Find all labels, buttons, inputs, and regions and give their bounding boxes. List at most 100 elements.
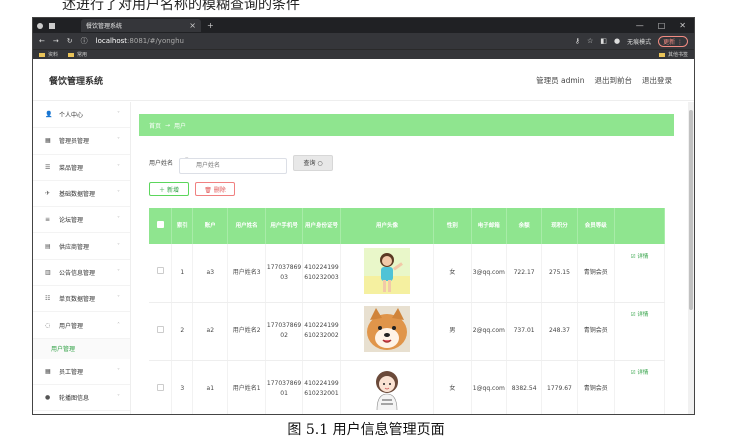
detail-button[interactable]: ☑ 详情 [631, 370, 649, 376]
maximize-icon[interactable]: □ [658, 21, 666, 30]
vertical-scrollbar[interactable] [688, 102, 694, 414]
detail-button[interactable]: ☑ 详情 [631, 312, 649, 318]
new-tab-icon[interactable]: + [207, 21, 214, 30]
row-checkbox[interactable] [156, 383, 164, 391]
sidebar-item-notice[interactable]: ▥ 公告信息管理 ˅ [33, 260, 130, 287]
update-button[interactable]: 更新 ⋮ [658, 35, 688, 47]
bookmark-other[interactable]: 其他书签 [658, 51, 688, 58]
browser-menu-icon[interactable] [37, 22, 43, 29]
forum-icon: ≡ [45, 216, 51, 224]
window-controls: — □ ✕ [636, 21, 694, 30]
cell-level: 青铜会员 [577, 302, 616, 361]
sidebar-item-staff[interactable]: ▦ 员工管理 ˅ [33, 359, 130, 385]
forward-icon[interactable]: → [53, 37, 59, 45]
sidebar-item-label: 个人中心 [59, 112, 84, 120]
url-field[interactable]: localhost:8081/#/yonghu [96, 37, 184, 45]
chevron-down-icon: ˅ [117, 111, 120, 119]
bookmarks-bar: 资料 常用 其他书签 [33, 49, 694, 59]
cell-points: 248.37 [541, 302, 578, 361]
column-header: 会员等级 [577, 208, 616, 244]
sidebar-item-user[interactable]: ◌ 用户管理 ˄ [33, 312, 130, 339]
sidebar-item-page[interactable]: ☷ 单页数据管理 ˅ [33, 286, 130, 313]
tab-search-icon[interactable] [49, 22, 55, 29]
sidebar-item-carousel[interactable]: ● 轮播图信息 ˅ [33, 385, 130, 412]
sidepanel-icon[interactable]: ◧ [600, 37, 607, 45]
breadcrumb: 首页 → 用户 [139, 114, 674, 136]
cell-email: 1@qq.com [471, 360, 507, 414]
user-table-wrap: 索引 账户 用户姓名 用户手机号 用户身份证号 用户头像 性别 电子邮箱 余额 现积分 会员等级 1… [149, 208, 665, 414]
row-select-cell [149, 244, 173, 303]
chevron-down-icon: ˅ [117, 216, 120, 224]
sidebar-item-person[interactable]: 👤 个人中心 ˅ [33, 102, 130, 129]
table-body: 1 a3 用户姓名3 17703786903 410224199610232003 女 3@… [149, 244, 665, 414]
star-icon[interactable]: ☆ [587, 37, 593, 45]
table-row[interactable]: 2 a2 用户姓名2 17703786902 410224199610232002 男 2@… [149, 302, 665, 361]
column-header: 现积分 [541, 208, 578, 244]
column-header: 电子邮箱 [471, 208, 507, 244]
cell-idcard: 410224199610232002 [302, 302, 341, 361]
figure-caption: 图 5.1 用户信息管理页面 [287, 422, 445, 438]
chevron-down-icon: ˅ [117, 242, 120, 250]
breadcrumb-current: 用户 [174, 122, 187, 130]
vertical-scroll-thumb[interactable] [689, 110, 693, 310]
sidebar-item-dish[interactable]: ☰ 菜品管理 ˅ [33, 155, 130, 181]
search-input[interactable] [179, 157, 288, 174]
app-title: 餐饮管理系统 [49, 77, 104, 87]
action-row: ＋ 新增 🗑 删除 [149, 182, 235, 196]
close-window-icon[interactable]: ✕ [679, 21, 686, 30]
cell-level: 青铜会员 [577, 244, 616, 303]
sidebar-item-forum[interactable]: ≡ 论坛管理 ˅ [33, 207, 130, 234]
back-icon[interactable]: ← [39, 37, 45, 45]
tab-close-icon[interactable]: × [189, 21, 196, 30]
to-frontend-link[interactable]: 退出到前台 [595, 75, 633, 86]
minimize-icon[interactable]: — [636, 21, 644, 30]
sidebar-item-admin[interactable]: ▦ 管理员管理 ˅ [33, 128, 130, 155]
column-header: 用户头像 [340, 208, 435, 244]
cell-avatar [340, 302, 435, 361]
column-header: 索引 [171, 208, 194, 244]
sidebar-item-label: 轮播图信息 [59, 395, 90, 403]
detail-button[interactable]: ☑ 详情 [631, 254, 649, 260]
app-header: 餐饮管理系统 管理员 admin 退出到前台 退出登录 [33, 59, 694, 101]
browser-tab[interactable]: 餐饮管理系统 × [81, 19, 201, 32]
column-header: 用户手机号 [265, 208, 304, 244]
table-row[interactable]: 3 a1 用户姓名1 17703786901 410224199610232001 女 1@… [149, 360, 665, 414]
query-button[interactable]: 查询 ○ [293, 154, 334, 171]
chevron-down-icon: ˅ [117, 137, 120, 145]
cell-name: 用户姓名1 [227, 360, 266, 414]
tab-bar: 餐饮管理系统 × + — □ ✕ [33, 18, 694, 33]
sidebar-subitem-user-management[interactable]: 用户管理 [33, 338, 130, 359]
key-icon[interactable]: ⚷ [575, 37, 580, 45]
incognito-icon: ● [613, 37, 621, 45]
sidebar-item-send[interactable]: ✈ 基础数据管理 ˅ [33, 181, 130, 208]
row-select-cell [149, 302, 173, 361]
chevron-down-icon: ˅ [117, 394, 120, 402]
sidebar-item-supplier[interactable]: ▤ 供应商管理 ˅ [33, 233, 130, 260]
person-icon: 👤 [45, 111, 53, 119]
cell-gender: 女 [433, 360, 472, 414]
cell-account: a2 [192, 302, 229, 361]
bookmark-item[interactable]: 资料 [39, 51, 58, 58]
search-label: 用户姓名 [149, 160, 174, 168]
cell-points: 1779.67 [541, 360, 578, 414]
row-checkbox[interactable] [156, 267, 164, 275]
chevron-down-icon: ˅ [117, 190, 120, 198]
table-header-row: 索引 账户 用户姓名 用户手机号 用户身份证号 用户头像 性别 电子邮箱 余额 现积分 会员等级 [149, 208, 665, 244]
dog-photo-avatar [363, 306, 410, 353]
breadcrumb-home[interactable]: 首页 [149, 121, 161, 130]
row-checkbox[interactable] [156, 325, 164, 333]
bookmark-item[interactable]: 常用 [68, 51, 87, 58]
row-select-cell [149, 360, 173, 414]
select-all-checkbox[interactable] [156, 220, 164, 228]
delete-button[interactable]: 🗑 删除 [195, 182, 235, 196]
logout-link[interactable]: 退出登录 [642, 75, 672, 86]
folder-icon [39, 52, 45, 57]
add-button[interactable]: ＋ 新增 [149, 182, 189, 196]
reload-icon[interactable]: ↻ [67, 37, 73, 45]
table-row[interactable]: 1 a3 用户姓名3 17703786903 410224199610232003 女 3@… [149, 244, 665, 303]
column-header: 性别 [433, 208, 472, 244]
cell-points: 275.15 [541, 244, 578, 303]
column-header: 账户 [192, 208, 229, 244]
cell-account: a1 [192, 360, 229, 414]
chevron-down-icon: ˅ [117, 268, 120, 276]
